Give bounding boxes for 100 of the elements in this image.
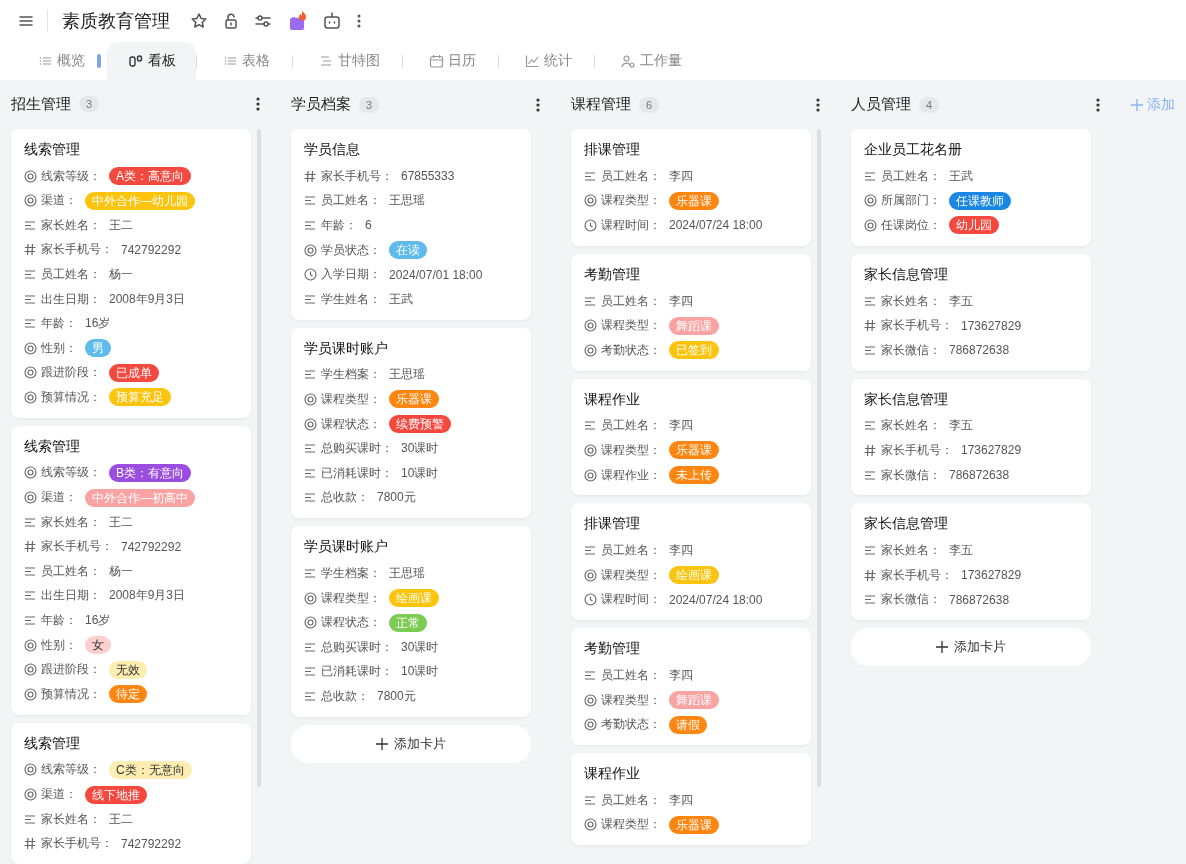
tag: 无效: [109, 660, 147, 679]
target-icon: [584, 568, 597, 582]
lines-icon: [24, 267, 37, 281]
field-label: 年龄：: [41, 315, 77, 333]
lines-icon: [864, 468, 877, 482]
card-title: 企业员工花名册: [864, 141, 963, 159]
lines-icon: [24, 218, 37, 232]
lock-icon[interactable]: [222, 12, 240, 30]
field-value: 173627829: [961, 443, 1022, 458]
view-tab[interactable]: 概览: [12, 42, 107, 80]
lines-icon: [864, 343, 877, 357]
more-icon[interactable]: [255, 96, 261, 113]
field-value: 李五: [949, 542, 973, 560]
kanban-card[interactable]: 排课管理 员工姓名： 李四 课程类型： 乐器课 课程时间： 2024/07/24 18:00: [571, 129, 811, 246]
field-label: 渠道：: [41, 489, 77, 507]
tag: B类：有意向: [109, 464, 191, 482]
field-label: 家长手机号：: [881, 317, 953, 335]
kanban-card[interactable]: 线索管理 线索等级： B类：有意向 渠道： 中外合作—初高中 家长姓名： 王二 家长手机号： 742792292 员工姓名： 杨一 出生日期： 2008年9月3日 年龄： 16岁 性别： 女 跟进阶段： 无效 预算情况： 待定: [11, 425, 251, 715]
kanban-card[interactable]: 家长信息管理 家长姓名： 李五 家长手机号： 173627829 家长微信： 786872638: [851, 378, 1091, 496]
more-icon[interactable]: [815, 96, 821, 113]
add-card-button[interactable]: 添加卡片: [291, 724, 531, 763]
card-title: 线索管理: [24, 734, 81, 753]
robot-icon[interactable]: [322, 11, 342, 31]
kanban-card[interactable]: 课程作业 员工姓名： 李四 课程类型： 乐器课: [571, 752, 811, 846]
tag: 待定: [109, 685, 147, 704]
kanban-card[interactable]: 学员课时账户 学生档案： 王思瑶 课程类型： 乐器课 课程状态： 续费预警 总购买课时： 30课时 已消耗课时： 10课时 总收款： 7800元: [291, 327, 531, 519]
kanban-card[interactable]: 考勤管理 员工姓名： 李四 课程类型： 舞蹈课 考勤状态： 已签到: [571, 253, 811, 371]
tag: 乐器课: [669, 191, 719, 210]
view-tab[interactable]: 工作量: [595, 42, 704, 80]
field-label: 学生档案：: [321, 366, 381, 384]
kanban-card[interactable]: 课程作业 员工姓名： 李四 课程类型： 乐器课 课程作业： 未上传: [571, 378, 811, 496]
field-label: 课程类型：: [601, 192, 661, 210]
field-label: 年龄：: [321, 217, 357, 234]
target-icon: [24, 466, 37, 480]
card-title: 学员课时账户: [304, 339, 389, 358]
card-title: 学员信息: [304, 141, 361, 159]
kanban-card[interactable]: 企业员工花名册 员工姓名： 王武 所属部门： 任课教师 任课岗位： 幼儿园: [851, 129, 1091, 246]
chart-icon: [525, 53, 540, 69]
tag: 线下地推: [85, 785, 147, 804]
kanban-card[interactable]: 学员信息 家长手机号： 67855333 员工姓名： 王思瑶 年龄： 6 学员状态： 在读 入学日期： 2024/07/01 18:00 学生姓名： 王武: [291, 129, 531, 320]
kanban-card[interactable]: 排课管理 员工姓名： 李四 课程类型： 绘画课 课程时间： 2024/07/24 18:00: [571, 503, 811, 621]
more-icon[interactable]: [1095, 96, 1101, 113]
star-icon[interactable]: [190, 12, 208, 30]
target-icon: [24, 169, 37, 183]
target-icon: [24, 491, 37, 505]
field-value: 李四: [669, 417, 693, 435]
field-label: 家长手机号：: [41, 835, 113, 853]
kanban-card[interactable]: 线索管理 线索等级： A类：高意向 渠道： 中外合作—幼儿园 家长姓名： 王二 家长手机号： 742792292 员工姓名： 杨一 出生日期： 2008年9月3日 年龄： 16岁 性别： 男 跟进阶段： 已成单 预算情况： 预算充足: [11, 128, 251, 418]
lines-icon: [584, 793, 597, 807]
tag: 舞蹈课: [669, 316, 719, 335]
view-tab[interactable]: 表格: [197, 42, 292, 80]
kanban-card[interactable]: 学员课时账户 学生档案： 王思瑶 课程类型： 绘画课 课程状态： 正常 总购买课时： 30课时 已消耗课时： 10课时 总收款： 7800元: [291, 526, 531, 717]
field-label: 员工姓名：: [601, 167, 661, 185]
hash-icon: [24, 540, 37, 554]
tag: 女: [85, 636, 111, 655]
tag: 中外合作—初高中: [85, 488, 195, 507]
kanban-card[interactable]: 家长信息管理 家长姓名： 李五 家长手机号： 173627829 家长微信： 786872638: [851, 253, 1091, 371]
field-value: 李五: [949, 417, 973, 435]
field-value: 杨一: [109, 562, 133, 580]
column-title: 学员档案: [291, 95, 351, 114]
field-label: 家长姓名：: [881, 292, 941, 310]
field-value: 王思瑶: [389, 564, 425, 582]
tag: 绘画课: [669, 566, 719, 585]
field-label: 预算情况：: [41, 685, 101, 703]
kanban-card[interactable]: 考勤管理 员工姓名： 李四 课程类型： 舞蹈课 考勤状态： 请假: [571, 628, 811, 745]
field-label: 课程作业：: [601, 466, 661, 484]
field-label: 课程时间：: [601, 591, 661, 609]
target-icon: [24, 194, 37, 208]
kanban-card[interactable]: 线索管理 线索等级： C类：无意向 渠道： 线下地推 家长姓名： 王二 家长手机号： 742792292: [11, 722, 251, 864]
field-label: 线索等级：: [41, 761, 101, 779]
field-value: 6: [365, 218, 372, 233]
field-label: 课程类型：: [321, 390, 381, 408]
sliders-icon[interactable]: [254, 12, 272, 30]
field-label: 已消耗课时：: [321, 663, 393, 681]
field-label: 总收款：: [321, 687, 369, 705]
lines-icon: [864, 169, 877, 183]
view-tab[interactable]: 日历: [403, 42, 498, 80]
view-tab[interactable]: 统计: [499, 42, 594, 80]
field-label: 线索等级：: [41, 167, 101, 185]
view-tab[interactable]: 甘特图: [293, 42, 402, 80]
more-icon[interactable]: [535, 96, 541, 113]
field-value: 16岁: [85, 612, 111, 630]
field-label: 课程类型：: [601, 566, 661, 584]
clock-icon: [584, 593, 597, 607]
field-label: 跟进阶段：: [41, 364, 101, 382]
more-icon[interactable]: [356, 12, 362, 30]
target-icon: [584, 818, 597, 832]
kanban-card[interactable]: 家长信息管理 家长姓名： 李五 家长手机号： 173627829 家长微信： 786872638: [851, 503, 1091, 621]
field-value: 王武: [949, 167, 973, 185]
field-label: 家长姓名：: [881, 417, 941, 435]
field-value: 2024/07/24 18:00: [669, 592, 763, 607]
add-card-button[interactable]: 添加卡片: [851, 628, 1091, 667]
field-value: 2008年9月3日: [109, 290, 186, 308]
field-value: 742792292: [121, 242, 182, 257]
field-label: 家长微信：: [881, 591, 941, 609]
field-label: 员工姓名：: [41, 562, 101, 580]
field-label: 总收款：: [321, 489, 369, 507]
column-title: 课程管理: [571, 95, 631, 114]
field-value: 786872638: [949, 468, 1010, 483]
card-title: 课程作业: [584, 764, 641, 783]
